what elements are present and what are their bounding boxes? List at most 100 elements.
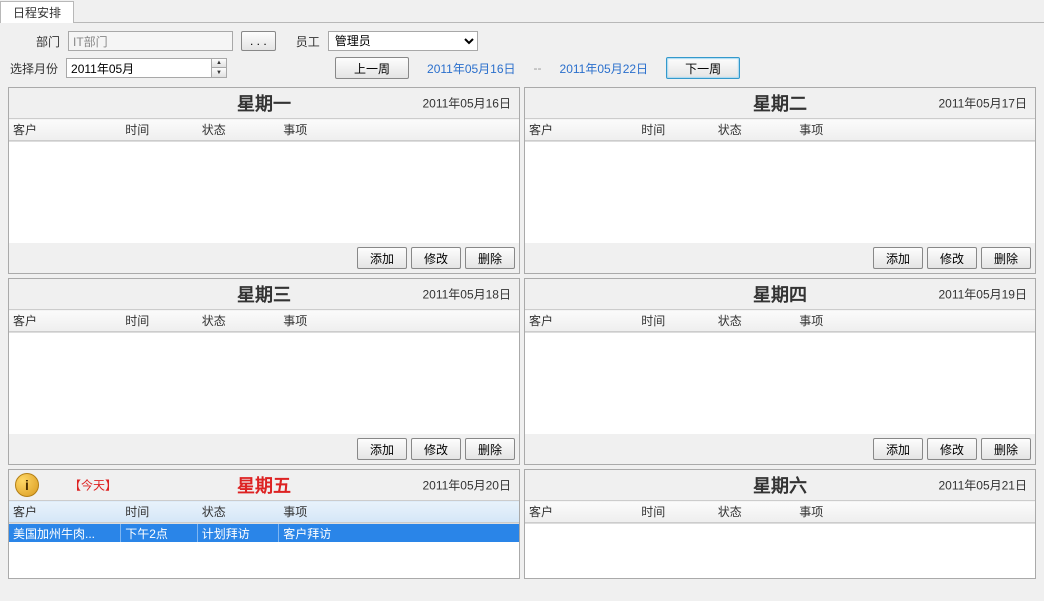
month-input[interactable] (66, 58, 211, 78)
day-footer: 添加修改删除 (525, 434, 1035, 464)
day-table-header: 客户时间状态事项 (9, 118, 519, 141)
day-date: 2011年05月19日 (938, 286, 1027, 303)
day-date: 2011年05月21日 (938, 477, 1027, 494)
cell-time: 下午2点 (121, 523, 198, 544)
day-table-header: 客户时间状态事项 (525, 500, 1035, 523)
filter-bar: 部门 . . . 员工 管理员 选择月份 ▲ ▼ 上一周 2011年05月16日… (0, 23, 1044, 87)
day-title: 星期三 (237, 281, 291, 307)
delete-button[interactable]: 删除 (465, 438, 515, 460)
day-title: 星期二 (753, 90, 807, 116)
day-panel: 星期三2011年05月18日客户时间状态事项添加修改删除 (8, 278, 520, 465)
week-to-date: 2011年05月22日 (560, 60, 649, 77)
day-table-header: 客户时间状态事项 (9, 309, 519, 332)
dept-browse-button[interactable]: . . . (241, 31, 276, 51)
day-date: 2011年05月17日 (938, 95, 1027, 112)
day-panel: i【今天】星期五2011年05月20日客户时间状态事项美国加州牛肉...下午2点… (8, 469, 520, 579)
col-time[interactable]: 时间 (121, 501, 198, 523)
date-separator: -- (534, 61, 542, 75)
day-header: 星期一 2011年05月16日 (9, 88, 519, 118)
col-status[interactable]: 状态 (714, 119, 796, 141)
week-nav: 上一周 2011年05月16日 -- 2011年05月22日 下一周 (335, 57, 740, 79)
col-item[interactable]: 事项 (795, 310, 1035, 332)
col-time[interactable]: 时间 (637, 501, 714, 523)
day-date: 2011年05月20日 (422, 477, 511, 494)
week-from-date: 2011年05月16日 (427, 60, 516, 77)
col-item[interactable]: 事项 (279, 119, 519, 141)
month-label: 选择月份 (10, 60, 58, 77)
col-customer[interactable]: 客户 (9, 501, 121, 523)
day-body[interactable]: 美国加州牛肉...下午2点计划拜访客户拜访 (9, 523, 519, 578)
days-grid: 星期一2011年05月16日客户时间状态事项添加修改删除星期二2011年05月1… (0, 87, 1044, 587)
cell-status: 计划拜访 (198, 523, 280, 544)
tab-bar: 日程安排 (0, 0, 1044, 23)
next-week-button[interactable]: 下一周 (666, 57, 740, 79)
day-body[interactable] (9, 332, 519, 434)
today-label: 【今天】 (69, 477, 117, 494)
day-panel: 星期二 2011年05月17日客户时间状态事项添加修改删除 (524, 87, 1036, 274)
day-header: 星期二 2011年05月17日 (525, 88, 1035, 118)
add-button[interactable]: 添加 (357, 438, 407, 460)
emp-label: 员工 (296, 33, 320, 50)
col-time[interactable]: 时间 (121, 310, 198, 332)
day-header: 星期三2011年05月18日 (9, 279, 519, 309)
dept-input[interactable] (68, 31, 233, 51)
delete-button[interactable]: 删除 (465, 247, 515, 269)
day-date: 2011年05月16日 (422, 95, 511, 112)
prev-week-button[interactable]: 上一周 (335, 57, 409, 79)
table-row[interactable]: 美国加州牛肉...下午2点计划拜访客户拜访 (9, 524, 519, 542)
col-customer[interactable]: 客户 (525, 501, 637, 523)
edit-button[interactable]: 修改 (927, 247, 977, 269)
delete-button[interactable]: 删除 (981, 438, 1031, 460)
cell-customer: 美国加州牛肉... (9, 523, 121, 544)
day-body[interactable] (9, 141, 519, 243)
col-customer[interactable]: 客户 (525, 119, 637, 141)
col-status[interactable]: 状态 (714, 501, 796, 523)
edit-button[interactable]: 修改 (927, 438, 977, 460)
col-time[interactable]: 时间 (637, 119, 714, 141)
col-status[interactable]: 状态 (198, 501, 280, 523)
day-header: i 【今天】 星期五 2011年05月20日 (9, 470, 519, 500)
day-title: 星期一 (237, 90, 291, 116)
day-body[interactable] (525, 141, 1035, 243)
col-item[interactable]: 事项 (279, 310, 519, 332)
col-status[interactable]: 状态 (714, 310, 796, 332)
dept-label: 部门 (36, 33, 60, 50)
tab-schedule[interactable]: 日程安排 (0, 1, 74, 23)
col-customer[interactable]: 客户 (525, 310, 637, 332)
edit-button[interactable]: 修改 (411, 247, 461, 269)
col-time[interactable]: 时间 (121, 119, 198, 141)
emp-select[interactable]: 管理员 (328, 31, 478, 51)
col-item[interactable]: 事项 (795, 119, 1035, 141)
col-customer[interactable]: 客户 (9, 119, 121, 141)
day-title: 星期四 (753, 281, 807, 307)
edit-button[interactable]: 修改 (411, 438, 461, 460)
day-table-header: 客户时间状态事项 (9, 500, 519, 523)
add-button[interactable]: 添加 (873, 247, 923, 269)
col-item[interactable]: 事项 (279, 501, 519, 523)
day-panel: 星期四 2011年05月19日客户时间状态事项添加修改删除 (524, 278, 1036, 465)
col-time[interactable]: 时间 (637, 310, 714, 332)
day-body[interactable] (525, 523, 1035, 578)
delete-button[interactable]: 删除 (981, 247, 1031, 269)
col-status[interactable]: 状态 (198, 310, 280, 332)
month-up-button[interactable]: ▲ (212, 59, 226, 68)
day-footer: 添加修改删除 (9, 434, 519, 464)
day-footer: 添加修改删除 (525, 243, 1035, 273)
cell-item: 客户拜访 (279, 523, 519, 544)
day-table-header: 客户时间状态事项 (525, 118, 1035, 141)
info-icon: i (15, 473, 39, 497)
day-header: 星期四 2011年05月19日 (525, 279, 1035, 309)
day-body[interactable] (525, 332, 1035, 434)
day-header: 星期六2011年05月21日 (525, 470, 1035, 500)
add-button[interactable]: 添加 (357, 247, 407, 269)
col-item[interactable]: 事项 (795, 501, 1035, 523)
day-panel: 星期一 2011年05月16日客户时间状态事项添加修改删除 (8, 87, 520, 274)
col-customer[interactable]: 客户 (9, 310, 121, 332)
month-down-button[interactable]: ▼ (212, 68, 226, 77)
col-status[interactable]: 状态 (198, 119, 280, 141)
day-table-header: 客户时间状态事项 (525, 309, 1035, 332)
day-title: 星期五 (237, 472, 291, 498)
month-spinner[interactable]: ▲ ▼ (66, 58, 227, 78)
add-button[interactable]: 添加 (873, 438, 923, 460)
day-footer: 添加修改删除 (9, 243, 519, 273)
